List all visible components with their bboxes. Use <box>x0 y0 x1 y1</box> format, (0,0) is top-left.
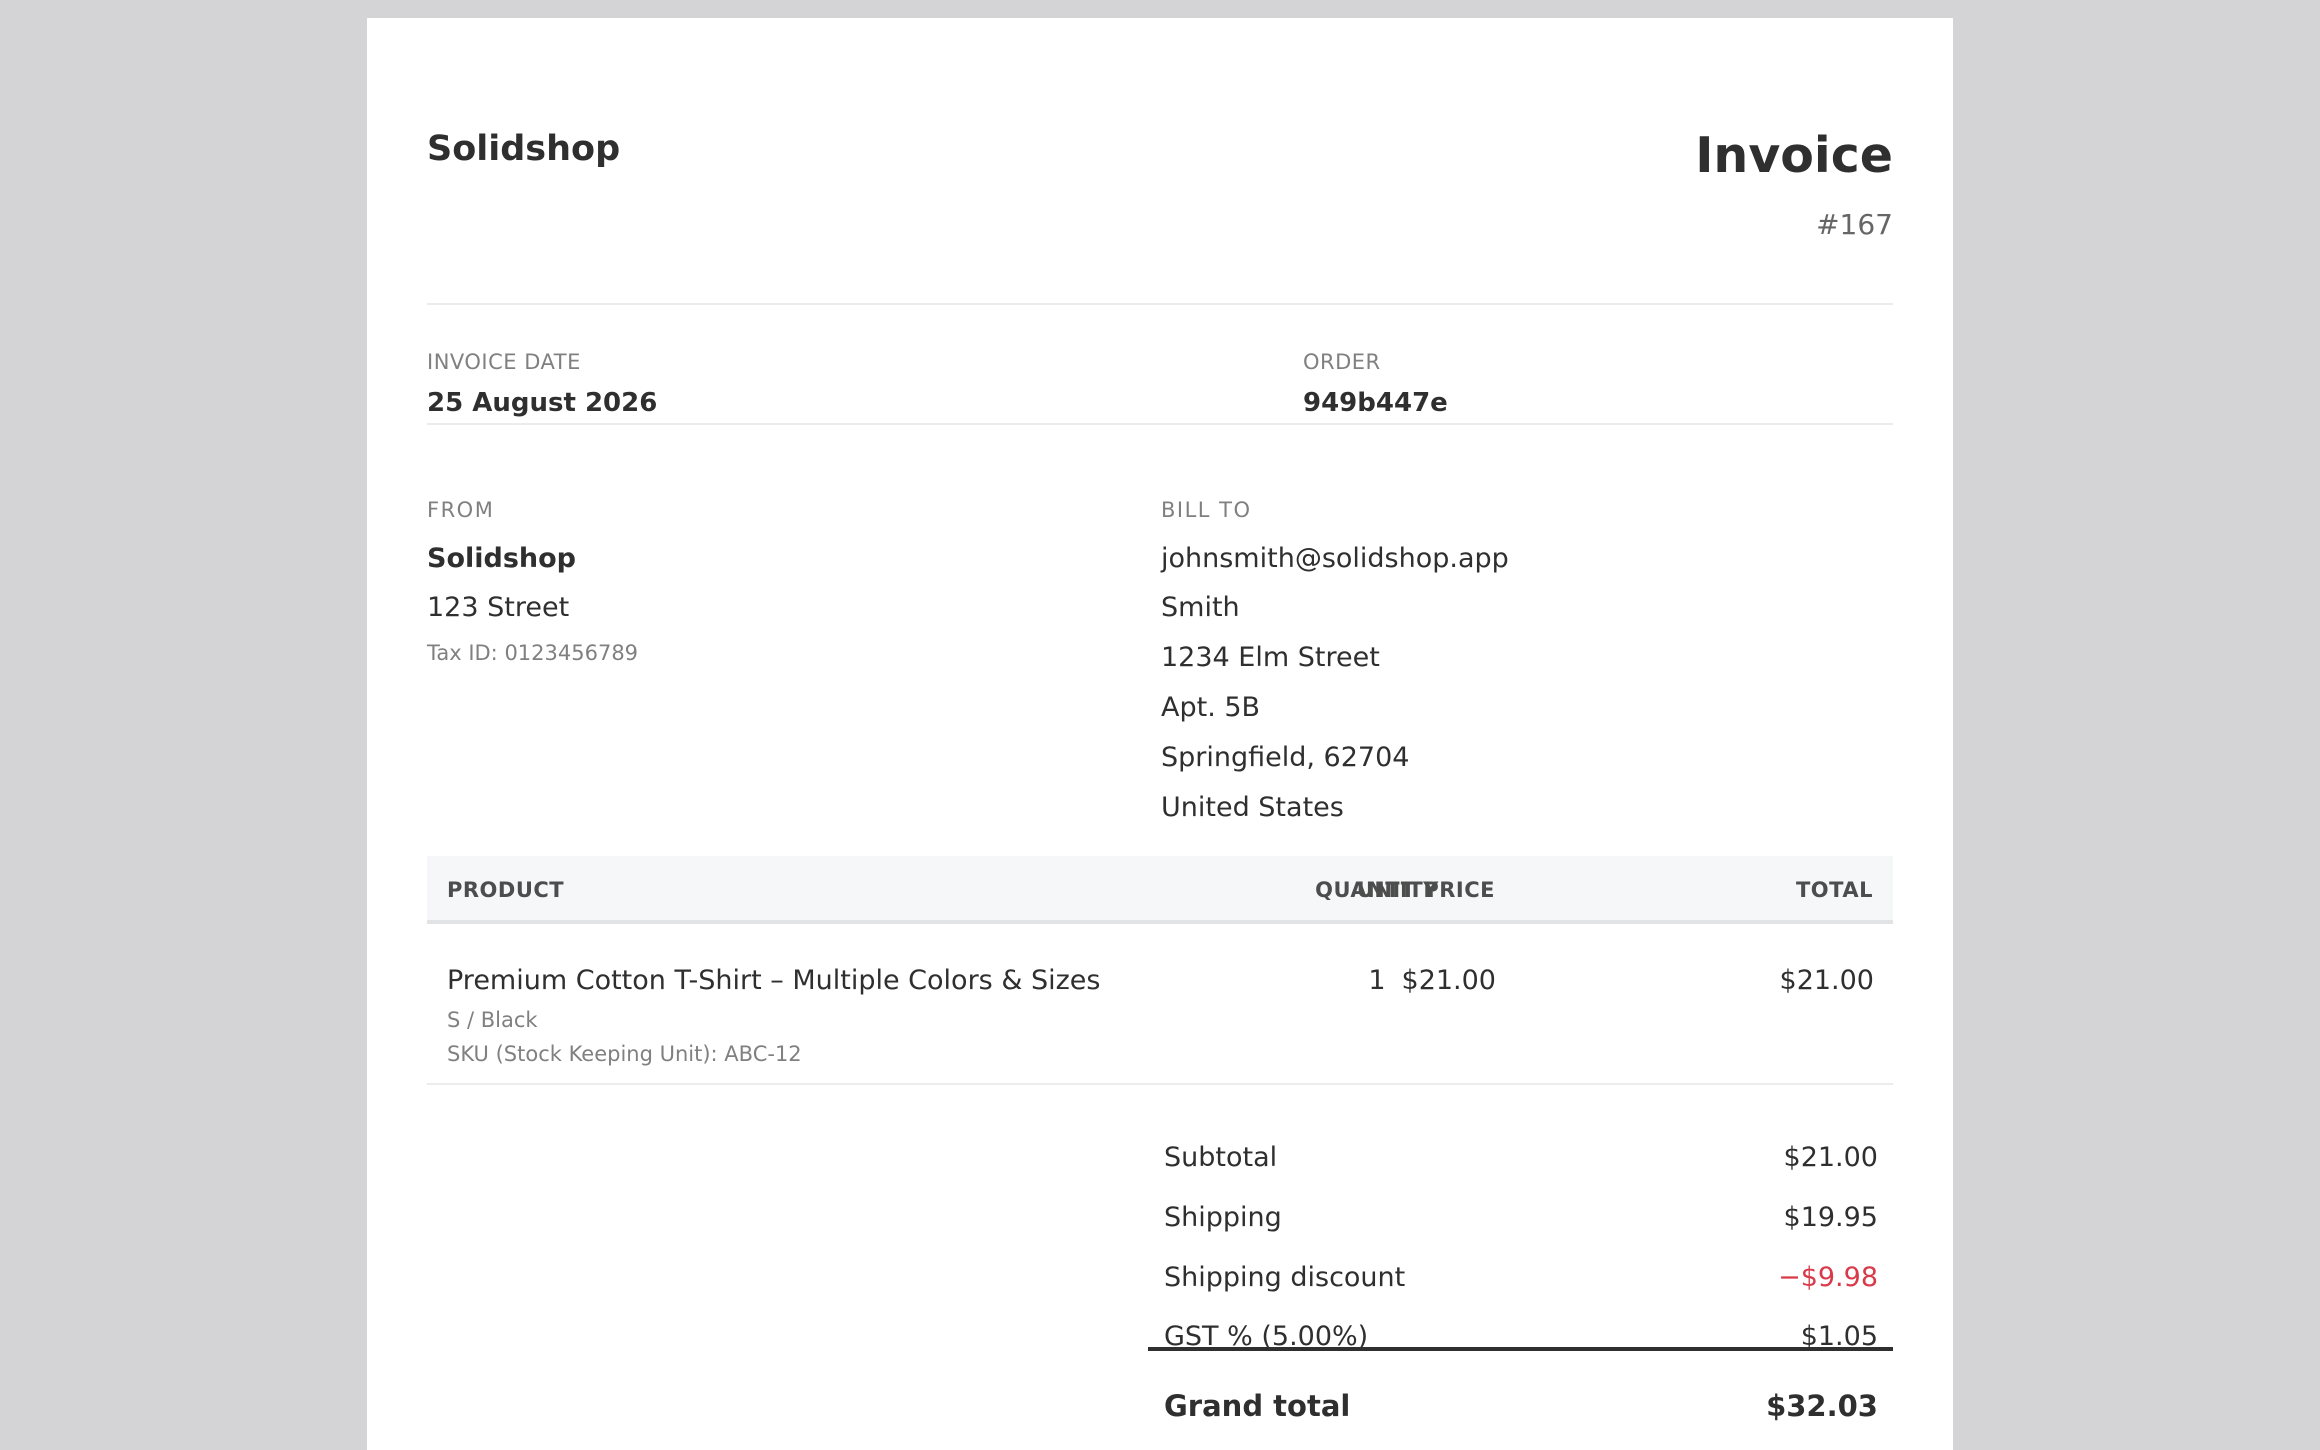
product-sku: SKU (Stock Keeping Unit): ABC-12 <box>447 1042 802 1066</box>
grand-total-label: Grand total <box>1164 1389 1351 1423</box>
from-street: 123 Street <box>427 592 570 623</box>
bill-to-city: Springfield, 62704 <box>1161 742 1410 773</box>
from-name: Solidshop <box>427 543 577 574</box>
grand-total-divider <box>1148 1347 1893 1351</box>
product-name: Premium Cotton T-Shirt – Multiple Colors… <box>447 965 1101 996</box>
brand-name: Solidshop <box>427 129 621 169</box>
subtotal-label: Subtotal <box>1164 1142 1278 1173</box>
bill-to-street: 1234 Elm Street <box>1161 642 1380 673</box>
column-total: TOTAL <box>1795 878 1873 902</box>
shipping-discount-value: −$9.98 <box>1778 1262 1878 1293</box>
from-label: FROM <box>427 498 495 522</box>
invoice-page: Solidshop Invoice #167 INVOICE DATE 25 A… <box>367 18 1953 1450</box>
invoice-number: #167 <box>1816 208 1893 241</box>
grand-total-value: $32.03 <box>1766 1389 1878 1423</box>
shipping-discount-label: Shipping discount <box>1164 1262 1406 1293</box>
column-product: PRODUCT <box>447 878 565 902</box>
items-table-header: PRODUCT UNIT PRICE QUANTITY TOTAL <box>427 856 1893 924</box>
column-quantity: QUANTITY <box>1315 878 1439 902</box>
shipping-value: $19.95 <box>1783 1202 1878 1233</box>
divider <box>427 303 1893 305</box>
bill-to-apartment: Apt. 5B <box>1161 692 1261 723</box>
invoice-title: Invoice <box>1695 127 1893 184</box>
order-value: 949b447e <box>1303 388 1448 418</box>
subtotal-value: $21.00 <box>1783 1142 1878 1173</box>
divider <box>427 423 1893 425</box>
line-total: $21.00 <box>1779 965 1874 996</box>
quantity: 1 <box>1368 965 1386 996</box>
invoice-date-label: INVOICE DATE <box>427 350 581 374</box>
product-variant: S / Black <box>447 1008 538 1032</box>
bill-to-country: United States <box>1161 792 1344 823</box>
bill-to-email: johnsmith@solidshop.app <box>1161 543 1509 574</box>
bill-to-label: BILL TO <box>1161 498 1252 522</box>
invoice-date-value: 25 August 2026 <box>427 388 658 418</box>
bill-to-name: Smith <box>1161 592 1240 623</box>
order-label: ORDER <box>1303 350 1381 374</box>
divider <box>427 1083 1893 1085</box>
from-tax-id: Tax ID: 0123456789 <box>427 641 639 665</box>
shipping-label: Shipping <box>1164 1202 1282 1233</box>
